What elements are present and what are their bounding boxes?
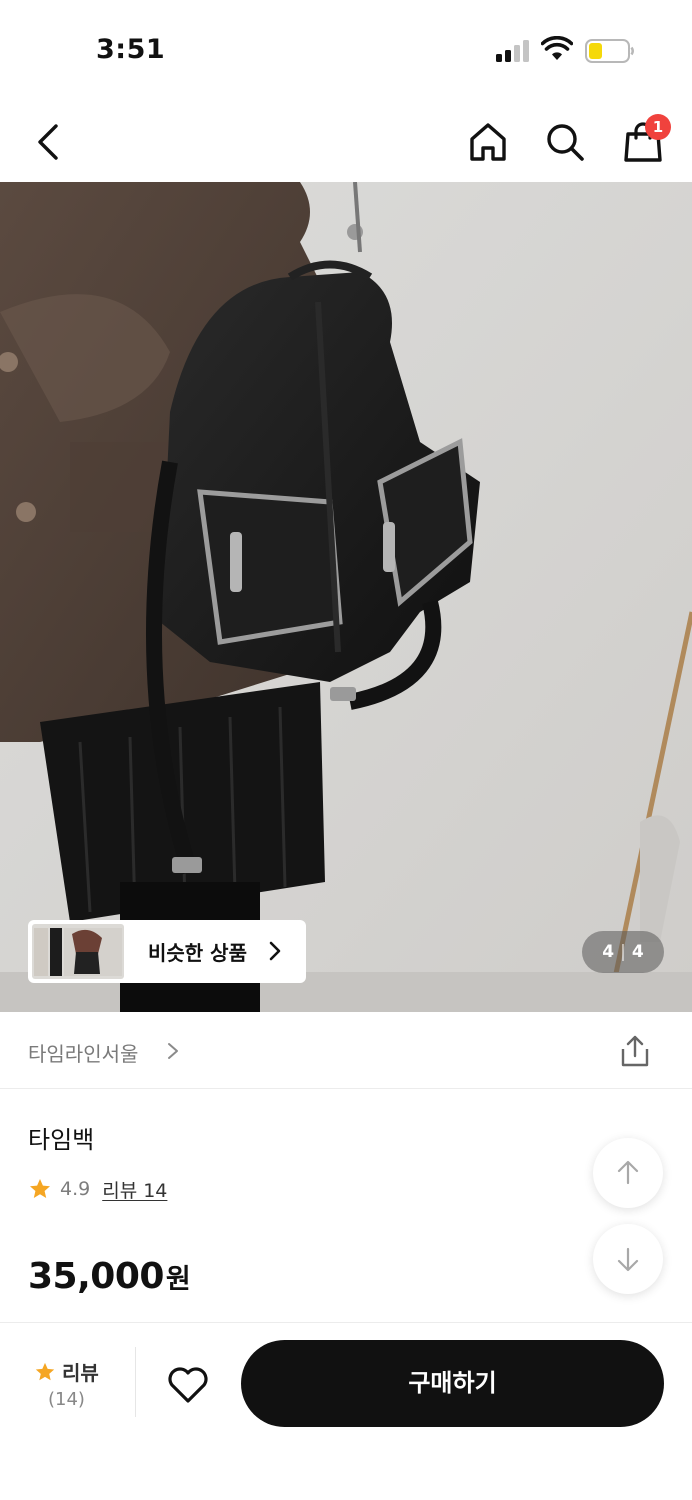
image-page-indicator: 4 | 4 [582,931,664,973]
top-nav [0,100,692,182]
chevron-right-icon [168,1043,178,1059]
product-price: 35,000원 [28,1256,191,1297]
page-total: 4 [631,942,644,962]
review-tab-label: 리뷰 [62,1361,99,1385]
chevron-right-icon [269,941,281,961]
review-count-link[interactable]: 리뷰 14 [102,1176,167,1203]
heart-icon[interactable] [166,1363,210,1407]
share-icon[interactable] [618,1034,652,1068]
page-separator: | [620,942,626,962]
home-icon[interactable] [466,120,510,164]
star-icon [30,1179,50,1198]
search-icon[interactable] [543,120,587,164]
page-current: 4 [602,942,615,962]
cellular-signal-icon [496,40,529,62]
product-image-carousel[interactable]: 비슷한 상품 4 | 4 [0,182,692,1012]
scroll-up-button[interactable] [593,1138,663,1208]
back-icon[interactable] [30,122,70,162]
divider [135,1347,136,1417]
battery-icon [585,39,634,63]
product-photo [0,182,692,1012]
scroll-down-button[interactable] [593,1224,663,1294]
bottom-action-bar: 리뷰 (14) 구매하기 [0,1322,692,1500]
similar-products-label: 비슷한 상품 [148,941,247,965]
price-amount: 35,000 [28,1256,164,1297]
rating-row: 4.9 리뷰 14 [28,1175,167,1203]
similar-products-button[interactable]: 비슷한 상품 [28,920,306,983]
buy-button[interactable]: 구매하기 [241,1340,664,1427]
star-icon [35,1362,55,1380]
status-time: 3:51 [96,34,166,65]
rating-value: 4.9 [60,1178,91,1200]
arrow-down-icon [617,1247,639,1272]
arrow-up-icon [617,1160,639,1185]
cart-count-badge: 1 [645,114,671,140]
review-tab-count: (14) [48,1389,85,1410]
seller-name-link[interactable]: 타임라인서울 [28,1038,138,1067]
price-unit: 원 [165,1264,191,1295]
similar-products-thumbnail [32,924,124,979]
review-tab-button[interactable]: 리뷰 (14) [24,1351,110,1419]
seller-row: 타임라인서울 [0,1012,692,1089]
status-bar: 3:51 [0,0,692,100]
wifi-icon [541,36,573,60]
product-title: 타임백 [28,1126,95,1154]
review-tab-label-row: 리뷰 [34,1357,99,1386]
